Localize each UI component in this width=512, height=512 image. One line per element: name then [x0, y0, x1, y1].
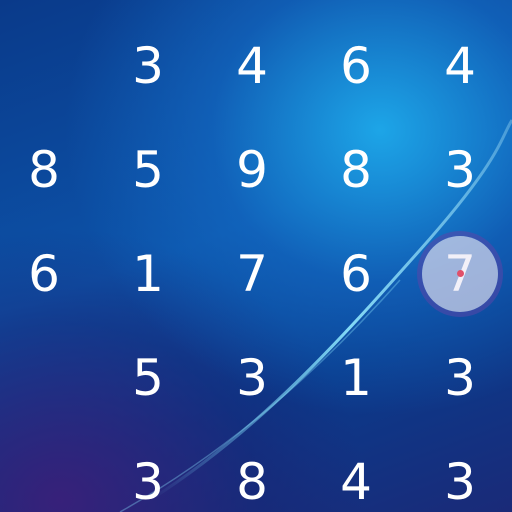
cell-digit: 5 — [132, 349, 164, 407]
game-board: 381431346498598316176745313438434 — [0, 0, 512, 512]
grid-cell[interactable]: 3 — [0, 0, 96, 14]
grid-cell[interactable]: 4 — [408, 14, 512, 118]
cell-digit: 4 — [444, 37, 476, 95]
grid-cell-selected[interactable]: 7 — [408, 222, 512, 326]
grid-cell[interactable]: 3 — [200, 326, 304, 430]
grid-cell[interactable] — [0, 430, 96, 512]
cell-digit: 8 — [236, 453, 268, 511]
grid-cell[interactable]: 3 — [96, 14, 200, 118]
grid-cell[interactable]: 3 — [408, 118, 512, 222]
grid-cell[interactable]: 1 — [304, 326, 408, 430]
cell-digit: 6 — [340, 37, 372, 95]
cell-digit: 5 — [132, 141, 164, 199]
cell-digit: 4 — [236, 37, 268, 95]
grid-cell[interactable]: 8 — [304, 118, 408, 222]
cell-digit: 8 — [28, 141, 60, 199]
grid-cell[interactable]: 5 — [96, 118, 200, 222]
cell-digit: 9 — [236, 141, 268, 199]
grid-cell[interactable]: 5 — [96, 326, 200, 430]
grid-cell[interactable]: 1 — [96, 222, 200, 326]
grid-cell[interactable]: 9 — [200, 118, 304, 222]
grid-cell[interactable]: 4 — [304, 0, 408, 14]
cell-digit: 3 — [132, 37, 164, 95]
grid-cell[interactable]: 3 — [96, 430, 200, 512]
grid-cell[interactable] — [0, 326, 96, 430]
grid-cell[interactable]: 3 — [408, 326, 512, 430]
grid-cell[interactable]: 6 — [304, 222, 408, 326]
grid-cell[interactable]: 8 — [96, 0, 200, 14]
cell-digit: 1 — [132, 245, 164, 303]
grid-cell[interactable] — [0, 14, 96, 118]
grid-cell[interactable]: 4 — [304, 430, 408, 512]
grid-cell[interactable]: 3 — [408, 0, 512, 14]
cell-digit: 3 — [444, 453, 476, 511]
grid-cell[interactable]: 4 — [200, 14, 304, 118]
cell-digit: 3 — [444, 141, 476, 199]
grid-cell[interactable]: 1 — [200, 0, 304, 14]
cell-digit: 6 — [340, 245, 372, 303]
grid-cell[interactable]: 8 — [0, 118, 96, 222]
grid-cell[interactable]: 6 — [304, 14, 408, 118]
grid-cell[interactable]: 6 — [0, 222, 96, 326]
grid-cell[interactable]: 8 — [200, 430, 304, 512]
grid-cell[interactable]: 7 — [200, 222, 304, 326]
cell-digit: 4 — [340, 453, 372, 511]
grid-cell[interactable]: 3 — [408, 430, 512, 512]
cell-digit: 7 — [236, 245, 268, 303]
cell-digit: 8 — [340, 141, 372, 199]
cell-digit: 3 — [132, 453, 164, 511]
cell-digit: 3 — [236, 349, 268, 407]
cell-digit: 6 — [28, 245, 60, 303]
cell-digit: 3 — [444, 349, 476, 407]
touch-dot-icon — [457, 270, 464, 277]
cell-digit: 1 — [340, 349, 372, 407]
